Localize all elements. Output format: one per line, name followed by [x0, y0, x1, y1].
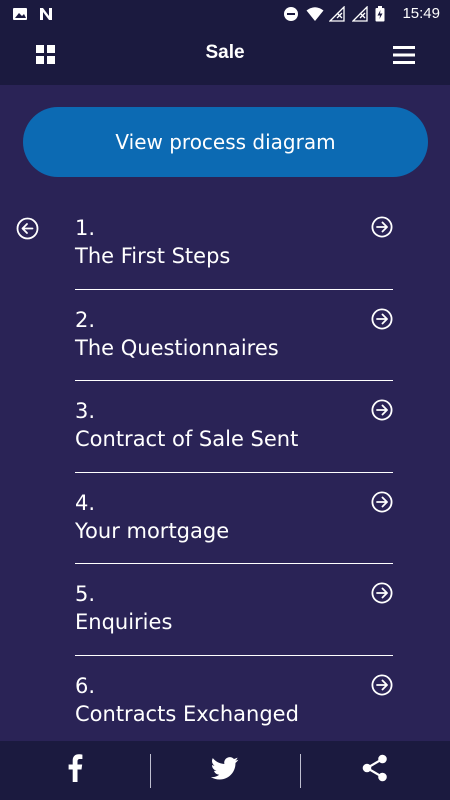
facebook-icon	[67, 754, 83, 787]
signal-off-icon	[328, 4, 346, 22]
step-title: The First Steps	[75, 244, 231, 268]
image-icon	[12, 6, 28, 22]
step-number: 6.	[75, 673, 96, 698]
screen: 15:49 Sale View process diagram 1. The F…	[0, 0, 450, 800]
status-bar: 15:49	[0, 0, 450, 28]
step-number: 5.	[75, 582, 96, 606]
step-title: Enquiries	[75, 610, 173, 634]
step-number: 2.	[75, 307, 96, 332]
step-title: Your mortgage	[75, 518, 230, 543]
do-not-disturb-icon	[283, 6, 299, 22]
list-item[interactable]: 2. The Questionnaires	[75, 290, 393, 381]
list-item[interactable]: 5. Enquiries	[75, 564, 393, 656]
list-item[interactable]: 3. Contract of Sale Sent	[75, 381, 393, 473]
share-button[interactable]	[300, 741, 450, 800]
back-arrow-icon[interactable]	[16, 217, 39, 240]
menu-icon[interactable]	[392, 43, 416, 67]
step-title: Contract of Sale Sent	[75, 427, 299, 451]
bottom-share-bar	[0, 741, 450, 800]
step-title: The Questionnaires	[75, 335, 279, 360]
wifi-icon	[306, 6, 324, 22]
n-notification-icon	[38, 6, 54, 22]
step-title: Contracts Exchanged	[75, 701, 299, 726]
forward-arrow-icon[interactable]	[371, 216, 393, 238]
app-bar: Sale	[0, 28, 450, 85]
forward-arrow-icon[interactable]	[371, 673, 393, 696]
forward-arrow-icon[interactable]	[371, 490, 393, 513]
view-process-diagram-button[interactable]: View process diagram	[23, 107, 428, 177]
step-list: 1. The First Steps 2. The Questionnaires…	[75, 198, 393, 746]
signal-off-icon	[351, 4, 369, 22]
step-number: 4.	[75, 490, 96, 515]
list-item[interactable]: 1. The First Steps	[75, 198, 393, 290]
twitter-button[interactable]	[150, 741, 300, 800]
battery-charging-icon	[375, 5, 391, 22]
status-time: 15:49	[402, 5, 440, 22]
step-number: 1.	[75, 216, 96, 240]
step-number: 3.	[75, 399, 96, 423]
facebook-button[interactable]	[0, 741, 150, 800]
share-icon	[362, 754, 388, 787]
forward-arrow-icon[interactable]	[371, 399, 393, 421]
forward-arrow-icon[interactable]	[371, 307, 393, 330]
list-item[interactable]: 6. Contracts Exchanged	[75, 656, 393, 747]
twitter-icon	[210, 756, 239, 785]
page-title: Sale	[205, 42, 245, 63]
list-item[interactable]: 4. Your mortgage	[75, 473, 393, 564]
forward-arrow-icon[interactable]	[371, 582, 393, 604]
